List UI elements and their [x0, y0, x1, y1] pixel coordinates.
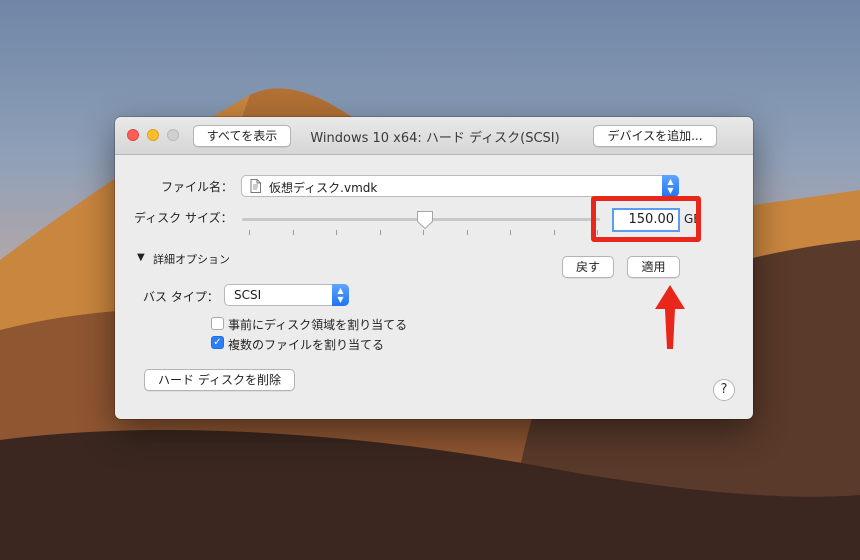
disk-size-slider-knob[interactable] [416, 210, 434, 230]
bus-type-value: SCSI [234, 288, 262, 302]
bus-type-label: バス タイプ： [143, 290, 219, 304]
remove-disk-button[interactable]: ハード ディスクを削除 [144, 369, 295, 391]
slider-tick [553, 230, 555, 235]
split-files-label: 複数のファイルを割り当てる [228, 338, 385, 352]
filename-value: 仮想ディスク.vmdk [269, 181, 378, 195]
slider-tick [336, 230, 337, 235]
slider-tick [379, 230, 381, 235]
bus-type-popup[interactable]: SCSI ▲ ▼ [224, 284, 349, 306]
split-files-checkbox[interactable]: ✓ [211, 336, 224, 349]
zoom-window-button[interactable] [167, 129, 179, 141]
title-bar: すべてを表示 Windows 10 x64: ハード ディスク(SCSI) デバ… [115, 117, 753, 155]
popup-stepper-icon: ▲ ▼ [332, 284, 349, 306]
popup-stepper-icon: ▲ ▼ [662, 175, 679, 197]
slider-tick [292, 230, 294, 235]
annotation-highlight-box [591, 196, 701, 242]
hard-disk-settings-window: すべてを表示 Windows 10 x64: ハード ディスク(SCSI) デバ… [115, 117, 753, 419]
preallocate-label: 事前にディスク領域を割り当てる [228, 318, 408, 332]
apply-button[interactable]: 適用 [627, 256, 680, 278]
preallocate-checkbox[interactable] [211, 317, 224, 330]
disclosure-triangle-icon[interactable]: ▼ [137, 252, 145, 263]
filename-popup[interactable]: 仮想ディスク.vmdk ▲ ▼ [241, 175, 679, 197]
close-window-button[interactable] [127, 129, 139, 141]
disk-size-label: ディスク サイズ： [134, 211, 233, 225]
slider-tick [510, 230, 511, 235]
advanced-options-toggle[interactable]: 詳細オプション [153, 251, 230, 267]
slider-tick [249, 230, 250, 235]
slider-tick [466, 230, 468, 235]
revert-button[interactable]: 戻す [562, 256, 614, 278]
filename-label: ファイル名： [161, 180, 234, 194]
document-icon [250, 179, 261, 193]
help-button[interactable]: ? [713, 379, 735, 401]
slider-tick [423, 230, 424, 235]
show-all-button[interactable]: すべてを表示 [193, 125, 291, 147]
add-device-button[interactable]: デバイスを追加... [593, 125, 717, 147]
annotation-arrow-icon [655, 285, 685, 349]
minimize-window-button[interactable] [147, 129, 159, 141]
window-title: Windows 10 x64: ハード ディスク(SCSI) [310, 131, 560, 146]
